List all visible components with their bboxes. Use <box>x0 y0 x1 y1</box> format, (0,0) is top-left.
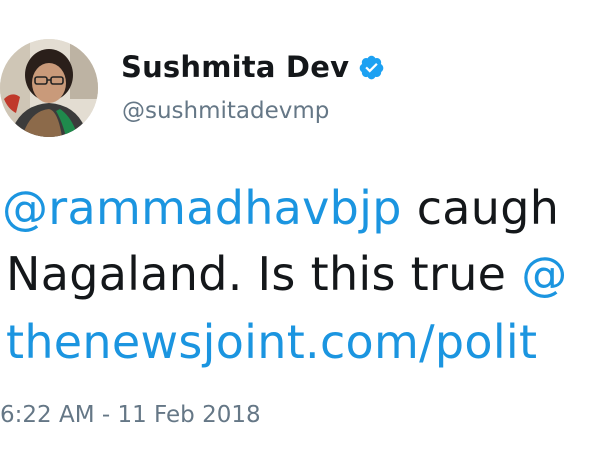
verified-badge-icon <box>358 54 385 81</box>
mention-link[interactable]: @ <box>521 247 567 301</box>
author-handle[interactable]: @sushmitadevmp <box>122 98 329 124</box>
tweet-timestamp[interactable]: 6:22 AM - 11 Feb 2018 <box>0 402 261 428</box>
avatar[interactable] <box>0 39 98 137</box>
avatar-photo <box>0 39 98 137</box>
tweet-text-line-2: Nagaland. Is this true @ <box>6 246 568 302</box>
author-display-name[interactable]: Sushmita Dev <box>121 50 349 84</box>
tweet-text-fragment: caugh <box>401 181 560 235</box>
tweet-text-fragment: Nagaland. Is this true <box>6 247 522 301</box>
tweet-text-line-1: @rammadhavbjp caugh <box>2 180 559 236</box>
tweet-card: Sushmita Dev @sushmitadevmp @rammadhavbj… <box>0 0 600 450</box>
author-name-row: Sushmita Dev <box>121 47 385 87</box>
mention-link[interactable]: @rammadhavbjp <box>2 181 402 235</box>
tweet-text-line-3: thenewsjoint.com/polit <box>6 314 537 370</box>
url-link[interactable]: thenewsjoint.com/polit <box>6 315 537 369</box>
